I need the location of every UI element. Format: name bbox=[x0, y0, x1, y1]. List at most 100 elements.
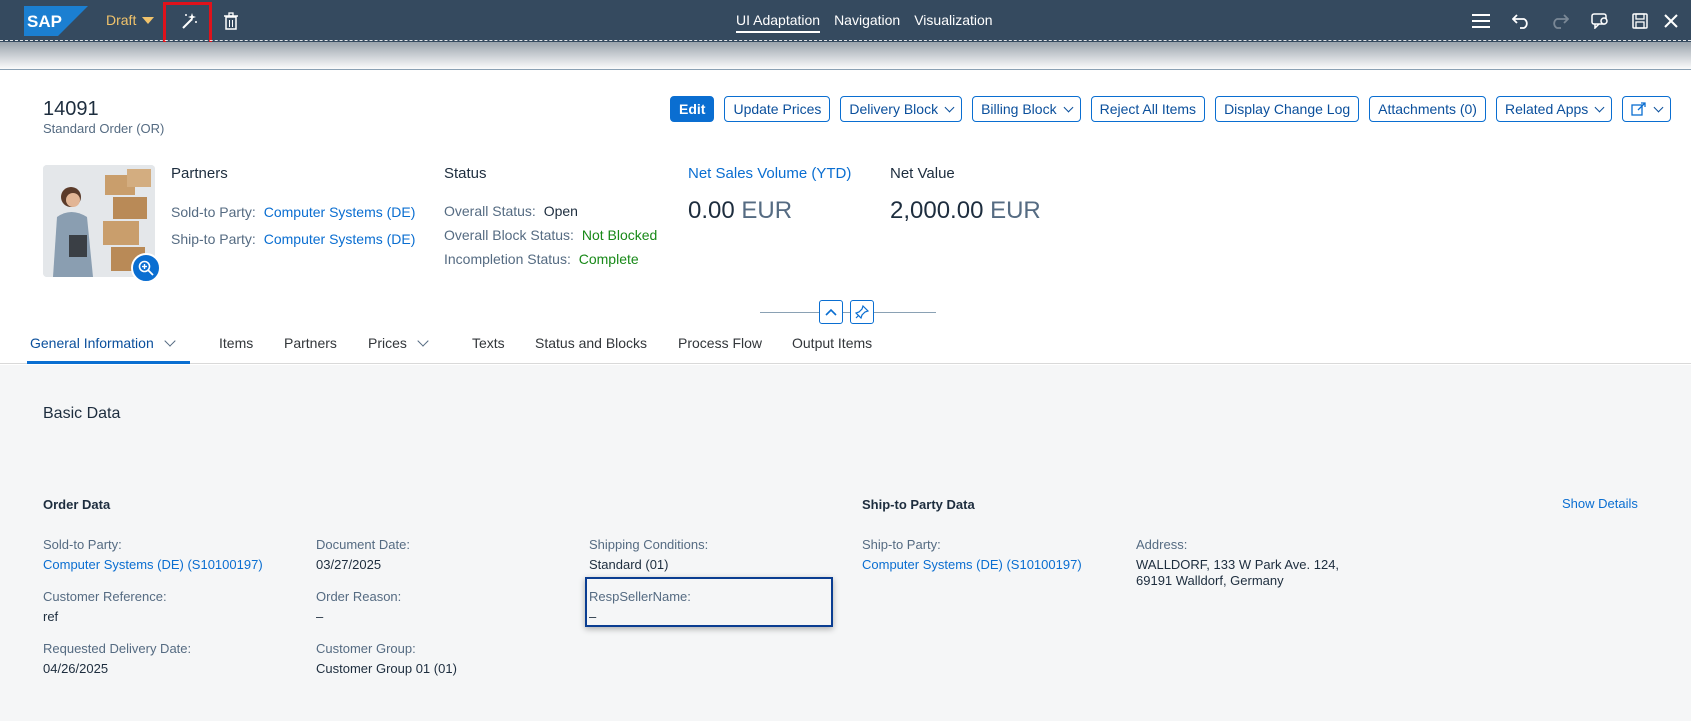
related-apps-label: Related Apps bbox=[1504, 101, 1589, 117]
redo-icon[interactable] bbox=[1549, 10, 1571, 32]
chevron-down-icon bbox=[944, 102, 955, 112]
tab-partners[interactable]: Partners bbox=[284, 335, 337, 351]
adaptation-nav: UI Adaptation Navigation Visualization bbox=[736, 12, 993, 33]
partners-title: Partners bbox=[171, 165, 228, 182]
change-log-label: Display Change Log bbox=[1224, 101, 1351, 117]
chevron-down-icon[interactable] bbox=[164, 334, 176, 347]
net-sales-unit: EUR bbox=[741, 197, 793, 224]
billing-block-button[interactable]: Billing Block bbox=[972, 96, 1081, 122]
attachments-label: Attachments (0) bbox=[1378, 101, 1477, 117]
address-line-2: 69191 Walldorf, Germany bbox=[1136, 573, 1284, 588]
tab-navigation[interactable]: Navigation bbox=[834, 12, 900, 33]
order-data-title: Order Data bbox=[43, 497, 111, 512]
net-value-title: Net Value bbox=[890, 165, 955, 182]
svg-text:SAP: SAP bbox=[27, 12, 62, 31]
tab-label: Status and Blocks bbox=[535, 335, 648, 351]
delivery-block-button[interactable]: Delivery Block bbox=[840, 96, 963, 122]
chevron-down-icon bbox=[1063, 102, 1074, 112]
undo-icon[interactable] bbox=[1510, 10, 1532, 32]
show-details-link[interactable]: Show Details bbox=[1562, 496, 1638, 511]
update-prices-button[interactable]: Update Prices bbox=[724, 96, 831, 122]
ship-to-party-label: Ship-to Party: bbox=[862, 537, 941, 552]
close-icon[interactable] bbox=[1660, 10, 1682, 32]
header-divider bbox=[0, 69, 1691, 70]
ship-to-party-data-title: Ship-to Party Data bbox=[862, 497, 975, 512]
ship-to-field: Ship-to Party: Computer Systems (DE) bbox=[171, 231, 415, 247]
pin-icon bbox=[855, 305, 869, 319]
shipping-conditions-value: Standard (01) bbox=[589, 557, 669, 572]
block-status-field: Overall Block Status: Not Blocked bbox=[444, 227, 657, 243]
tab-process-flow[interactable]: Process Flow bbox=[678, 335, 762, 351]
chevron-up-icon bbox=[825, 308, 837, 316]
tab-label: Process Flow bbox=[678, 335, 763, 351]
tab-label: Items bbox=[219, 335, 254, 351]
overall-status-label: Overall Status: bbox=[444, 203, 536, 219]
tab-status-and-blocks[interactable]: Status and Blocks bbox=[535, 335, 647, 351]
sold-to-party-link[interactable]: Computer Systems (DE) (S10100197) bbox=[43, 557, 263, 572]
tab-label: Prices bbox=[368, 335, 407, 351]
related-apps-button[interactable]: Related Apps bbox=[1495, 96, 1613, 122]
order-reason-value: – bbox=[316, 609, 324, 624]
chevron-down-icon bbox=[1594, 102, 1605, 112]
tab-label: General Information bbox=[30, 335, 154, 351]
update-prices-label: Update Prices bbox=[733, 101, 822, 117]
resp-seller-name-value: – bbox=[589, 609, 597, 624]
incompletion-status-label: Incompletion Status: bbox=[444, 251, 571, 267]
delivery-block-label: Delivery Block bbox=[849, 101, 939, 117]
sold-to-field: Sold-to Party: Computer Systems (DE) bbox=[171, 204, 415, 220]
requested-delivery-date-value: 04/26/2025 bbox=[43, 661, 109, 676]
reject-all-label: Reject All Items bbox=[1099, 101, 1197, 117]
toolbar-shadow bbox=[0, 42, 1691, 70]
header-actions: Edit Update Prices Delivery Block Billin… bbox=[670, 96, 1672, 122]
chevron-down-icon[interactable] bbox=[417, 334, 429, 347]
customer-reference-value: ref bbox=[43, 609, 59, 624]
requested-delivery-date-label: Requested Delivery Date: bbox=[43, 641, 192, 656]
tab-output-items[interactable]: Output Items bbox=[792, 335, 872, 351]
collapse-header-button[interactable] bbox=[819, 300, 843, 324]
tab-texts[interactable]: Texts bbox=[472, 335, 505, 351]
tab-visualization[interactable]: Visualization bbox=[914, 12, 992, 33]
reject-all-items-button[interactable]: Reject All Items bbox=[1090, 96, 1206, 122]
tab-label: Partners bbox=[284, 335, 337, 351]
net-value-value: 2,000.00 bbox=[890, 197, 984, 224]
menu-icon[interactable] bbox=[1470, 10, 1492, 32]
document-date-label: Document Date: bbox=[316, 537, 410, 552]
trash-icon[interactable] bbox=[220, 10, 242, 32]
ship-to-party-link[interactable]: Computer Systems (DE) (S10100197) bbox=[862, 557, 1082, 572]
net-value-kpi: 2,000.00 EUR bbox=[890, 197, 1041, 225]
resp-seller-name-label: RespSellerName: bbox=[589, 589, 691, 604]
save-icon[interactable] bbox=[1629, 10, 1651, 32]
sold-to-link[interactable]: Computer Systems (DE) bbox=[264, 204, 416, 220]
display-change-log-button[interactable]: Display Change Log bbox=[1215, 96, 1360, 122]
overall-status-field: Overall Status: Open bbox=[444, 203, 578, 219]
tab-ui-adaptation[interactable]: UI Adaptation bbox=[736, 12, 821, 33]
customer-group-label: Customer Group: bbox=[316, 641, 416, 656]
net-sales-kpi: 0.00 EUR bbox=[688, 197, 792, 225]
overall-status-value: Open bbox=[543, 203, 578, 219]
adaptation-toolbar: SAP Draft UI Adaptation Navigation Visua… bbox=[0, 0, 1691, 46]
active-tab-indicator bbox=[27, 361, 190, 364]
page-subtitle: Standard Order (OR) bbox=[43, 121, 165, 136]
tab-general-information[interactable]: General Information bbox=[30, 334, 176, 351]
ship-to-link[interactable]: Computer Systems (DE) bbox=[264, 231, 416, 247]
tab-label: Texts bbox=[472, 335, 505, 351]
page-title: 14091 bbox=[43, 98, 99, 120]
ship-to-label: Ship-to Party: bbox=[171, 231, 256, 247]
feedback-icon[interactable] bbox=[1589, 10, 1611, 32]
net-sales-value: 0.00 bbox=[688, 197, 735, 224]
zoom-image-button[interactable] bbox=[131, 253, 161, 283]
status-title: Status bbox=[444, 165, 487, 182]
edit-button-label: Edit bbox=[679, 101, 706, 117]
edit-button[interactable]: Edit bbox=[670, 96, 715, 122]
content-area bbox=[0, 365, 1691, 721]
net-sales-title[interactable]: Net Sales Volume (YTD) bbox=[688, 165, 851, 182]
header-collapse-divider bbox=[760, 312, 936, 313]
tab-prices[interactable]: Prices bbox=[368, 334, 429, 351]
draft-status[interactable]: Draft bbox=[106, 12, 155, 28]
share-button[interactable] bbox=[1622, 96, 1672, 122]
tab-items[interactable]: Items bbox=[219, 335, 253, 351]
pin-header-button[interactable] bbox=[850, 300, 874, 324]
attachments-button[interactable]: Attachments (0) bbox=[1369, 96, 1486, 122]
customer-group-value: Customer Group 01 (01) bbox=[316, 661, 457, 676]
chevron-down-icon bbox=[1653, 102, 1664, 112]
